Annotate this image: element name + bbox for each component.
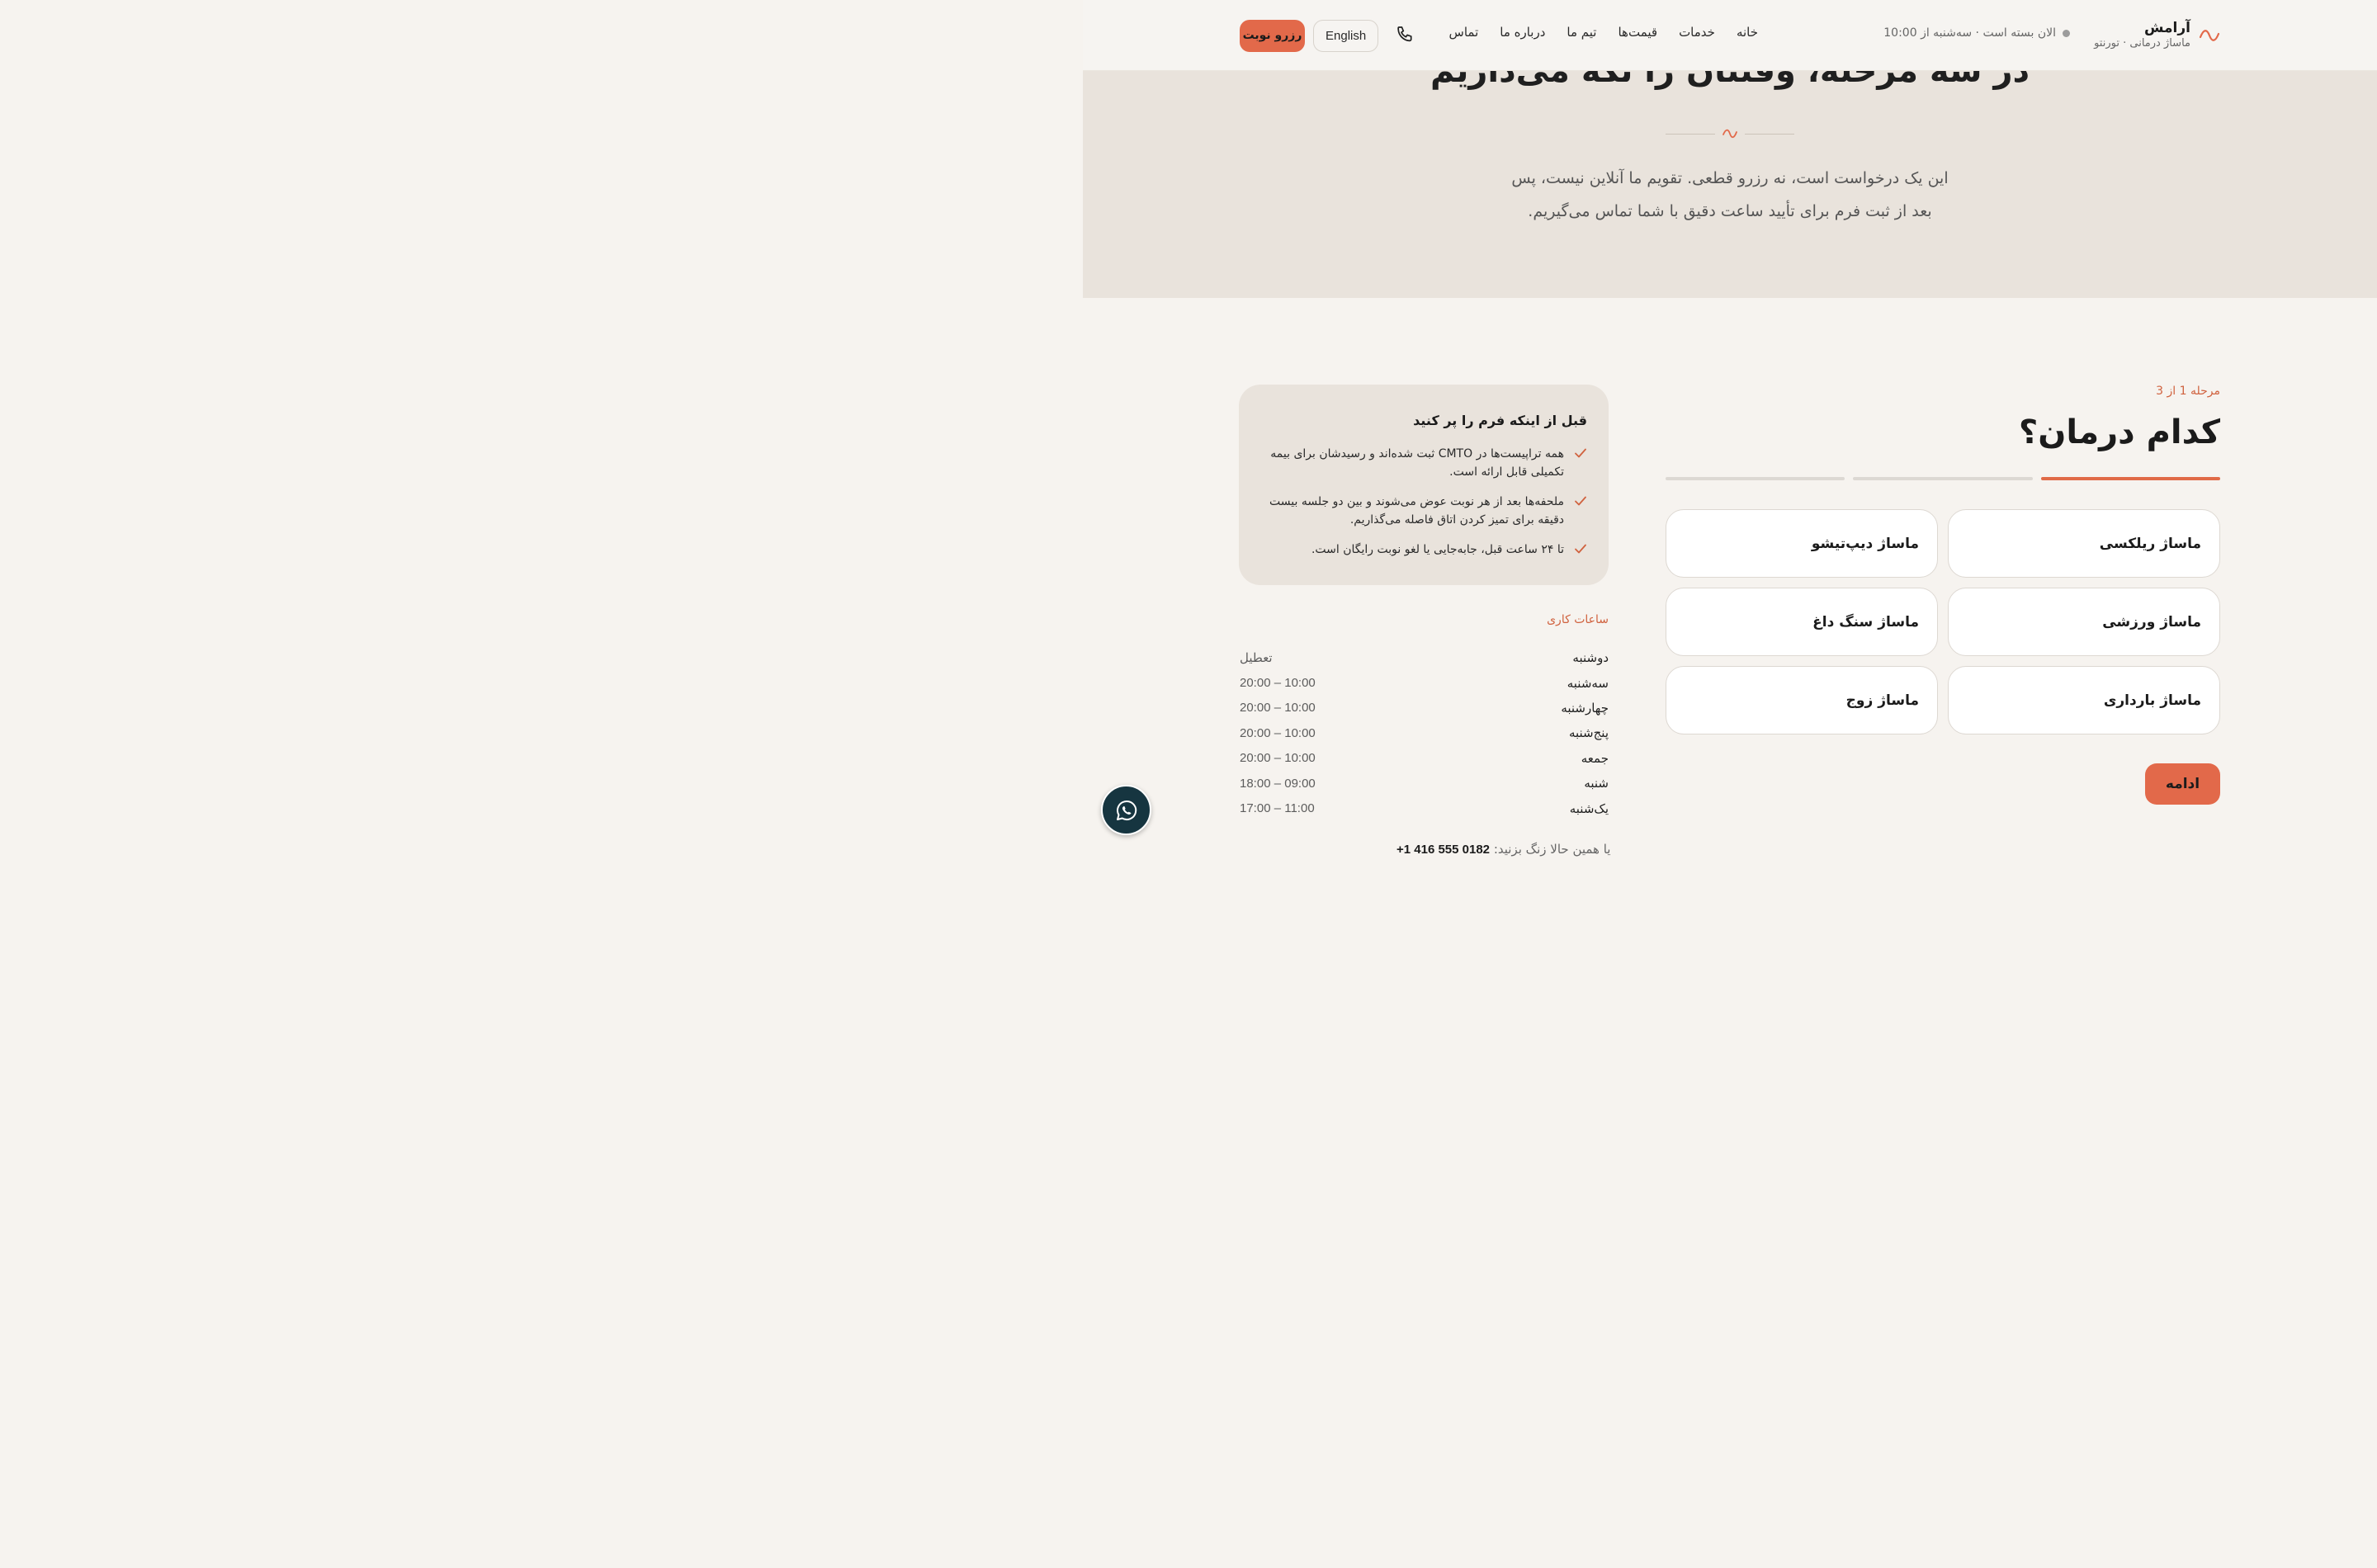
hours-title: ساعات کاری <box>1547 613 1609 626</box>
hours-row: جمعه 10:00 – 20:00 <box>1240 746 1609 771</box>
hours-table: دوشنبه تعطیل سه‌شنبه 10:00 – 20:00 چهارش… <box>1240 645 1609 821</box>
wave-icon <box>2199 30 2220 41</box>
whatsapp-button[interactable] <box>1101 785 1151 835</box>
nav-item-services[interactable]: خدمات <box>1679 25 1715 40</box>
option-prenatal-massage[interactable]: ماساژ بارداری <box>1948 666 2220 734</box>
treatment-options: ماساژ ریلکسی ماساژ دیپ‌تیشو ماساژ ورزشی … <box>1666 509 2220 734</box>
option-hot-stone-massage[interactable]: ماساژ سنگ داغ <box>1666 588 1938 656</box>
hours-time: 10:00 – 20:00 <box>1240 701 1316 716</box>
hero-description-line1: این یک درخواست است، نه رزرو قطعی. تقویم … <box>1511 169 1949 187</box>
phone-link[interactable]: +1 416 555 0182 <box>1396 843 1490 857</box>
nav-item-home[interactable]: خانه <box>1737 25 1758 40</box>
progress-bar <box>1666 477 2220 481</box>
hours-row: شنبه 09:00 – 18:00 <box>1240 771 1609 796</box>
brand[interactable]: آرامش ماساژ درمانی · تورنتو <box>2094 20 2220 51</box>
info-item: تا ۲۴ ساعت قبل، جابه‌جایی یا لغو نوبت را… <box>1260 541 1587 559</box>
progress-step-1 <box>2040 477 2220 480</box>
main-nav: خانه خدمات قیمت‌ها تیم ما درباره ما تماس <box>1449 25 1758 40</box>
whatsapp-icon <box>1116 800 1137 820</box>
progress-step-2 <box>1853 477 2033 480</box>
call-line: یا همین حالا زنگ بزنید: +1 416 555 0182 <box>1396 842 1610 857</box>
brand-name: آرامش <box>2144 20 2190 36</box>
option-sports-massage[interactable]: ماساژ ورزشی <box>1948 588 2220 656</box>
hours-row: دوشنبه تعطیل <box>1240 645 1609 670</box>
progress-step-3 <box>1666 477 1845 480</box>
check-icon <box>1575 496 1586 506</box>
nav-item-contact[interactable]: تماس <box>1449 25 1479 40</box>
hours-day: چهارشنبه <box>1561 700 1609 716</box>
info-item: همه تراپیست‌ها در CMTO ثبت شده‌اند و رسی… <box>1260 445 1587 481</box>
wave-icon <box>1722 129 1737 139</box>
hours-row: یک‌شنبه 11:00 – 17:00 <box>1240 796 1609 820</box>
hours-time: 11:00 – 17:00 <box>1240 801 1315 816</box>
hours-row: سه‌شنبه 10:00 – 20:00 <box>1240 670 1609 695</box>
info-card: قبل از اینکه فرم را پر کنید همه تراپیست‌… <box>1239 385 1609 585</box>
form-title: کدام درمان؟ <box>2018 413 2220 451</box>
option-relaxation-massage[interactable]: ماساژ ریلکسی <box>1948 509 2220 578</box>
info-item-text: همه تراپیست‌ها در CMTO ثبت شده‌اند و رسی… <box>1270 447 1564 479</box>
hero-description-line2: بعد از ثبت فرم برای تأیید ساعت دقیق با ش… <box>1528 202 1932 220</box>
book-appointment-button[interactable]: رزرو نوبت <box>1240 20 1305 52</box>
check-icon <box>1575 544 1586 554</box>
hours-time: 10:00 – 20:00 <box>1240 751 1316 766</box>
phone-icon <box>1397 26 1412 42</box>
option-deep-tissue-massage[interactable]: ماساژ دیپ‌تیشو <box>1666 509 1938 578</box>
info-item-text: ملحفه‌ها بعد از هر نوبت عوض می‌شوند و بی… <box>1269 495 1564 527</box>
hours-day: سه‌شنبه <box>1567 675 1609 691</box>
open-status: الان بسته است · سه‌شنبه از 10:00 <box>1883 26 2070 40</box>
status-dot-icon <box>2063 29 2070 37</box>
hours-time: 10:00 – 20:00 <box>1240 676 1316 691</box>
hours-day: دوشنبه <box>1572 650 1609 666</box>
hours-row: چهارشنبه 10:00 – 20:00 <box>1240 696 1609 720</box>
status-text: الان بسته است · سه‌شنبه از 10:00 <box>1883 26 2056 40</box>
hours-day: یک‌شنبه <box>1569 801 1609 816</box>
info-item: ملحفه‌ها بعد از هر نوبت عوض می‌شوند و بی… <box>1260 493 1587 529</box>
hero-title: در سه مرحله، وقتتان را نگه می‌داریم <box>1430 71 2030 90</box>
hours-day: پنج‌شنبه <box>1568 725 1609 741</box>
info-title: قبل از اینکه فرم را پر کنید <box>1413 413 1587 428</box>
divider-line <box>1666 133 1715 135</box>
check-icon <box>1575 448 1586 458</box>
hours-time: 09:00 – 18:00 <box>1240 776 1316 791</box>
phone-button[interactable] <box>1393 23 1416 46</box>
nav-item-team[interactable]: تیم ما <box>1567 25 1596 40</box>
hero-divider <box>1664 125 1796 142</box>
hours-time: 10:00 – 20:00 <box>1240 725 1316 740</box>
hours-day: جمعه <box>1581 750 1609 766</box>
hero-section: در سه مرحله، وقتتان را نگه می‌داریم این … <box>1083 71 2377 298</box>
call-prefix: یا همین حالا زنگ بزنید: <box>1493 842 1611 857</box>
divider-line <box>1745 133 1794 135</box>
site-header: آرامش ماساژ درمانی · تورنتو الان بسته اس… <box>1083 0 2377 71</box>
info-item-text: تا ۲۴ ساعت قبل، جابه‌جایی یا لغو نوبت را… <box>1311 543 1564 556</box>
continue-button[interactable]: ادامه <box>2145 763 2220 805</box>
nav-item-prices[interactable]: قیمت‌ها <box>1618 25 1657 40</box>
hours-row: پنج‌شنبه 10:00 – 20:00 <box>1240 720 1609 745</box>
brand-subtitle: ماساژ درمانی · تورنتو <box>2094 37 2190 50</box>
option-couples-massage[interactable]: ماساژ زوج <box>1666 666 1938 734</box>
nav-item-about[interactable]: درباره ما <box>1500 25 1545 40</box>
hours-day: شنبه <box>1584 776 1609 791</box>
hero-description: این یک درخواست است، نه رزرو قطعی. تقویم … <box>1496 162 1964 228</box>
hours-time: تعطیل <box>1240 651 1273 666</box>
language-button[interactable]: English <box>1313 20 1379 52</box>
step-label: مرحله 1 از 3 <box>2156 385 2220 398</box>
